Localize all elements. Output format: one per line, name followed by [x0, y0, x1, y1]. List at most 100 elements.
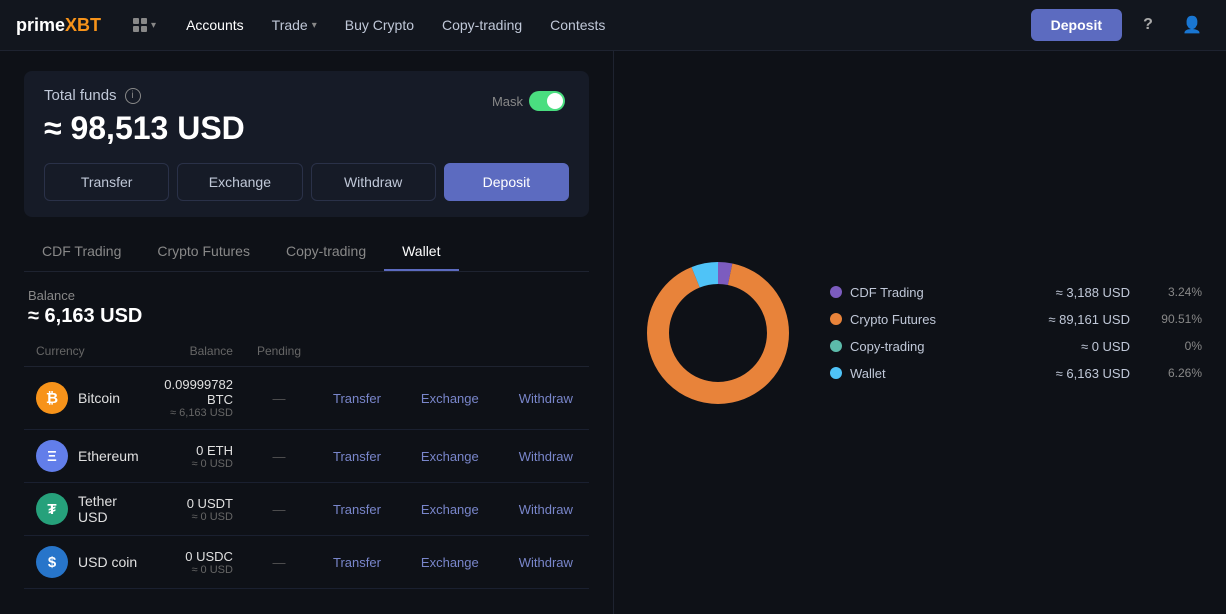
currency-cell: $ USD coin — [36, 546, 140, 578]
legend-name-wallet: Wallet — [850, 366, 1048, 381]
action-exchange-btc[interactable]: Exchange — [413, 387, 487, 410]
chart-legend: CDF Trading ≈ 3,188 USD 3.24% Crypto Fut… — [830, 285, 1202, 381]
col-action1 — [313, 336, 401, 367]
legend-item-wallet: Wallet ≈ 6,163 USD 6.26% — [830, 366, 1202, 381]
currency-cell: ₮ Tether USD — [36, 493, 140, 525]
legend-name-futures: Crypto Futures — [850, 312, 1040, 327]
help-button[interactable]: ? — [1130, 7, 1166, 43]
table-row: ₿ Bitcoin 0.09999782 BTC ≈ 6,163 USD — T… — [24, 367, 589, 430]
coin-icon-usdt: ₮ — [36, 493, 68, 525]
action-withdraw-btc[interactable]: Withdraw — [511, 387, 581, 410]
total-funds-header: Total funds i — [44, 87, 569, 104]
legend-amount-futures: ≈ 89,161 USD — [1048, 312, 1130, 327]
donut-chart — [638, 253, 798, 413]
col-action3 — [499, 336, 589, 367]
chevron-down-icon: ▾ — [151, 20, 156, 31]
table-row: Ξ Ethereum 0 ETH ≈ 0 USD — TransferExcha… — [24, 430, 589, 483]
balance-usd: ≈ 0 USD — [164, 564, 233, 576]
balance-usd: ≈ 0 USD — [164, 511, 233, 523]
user-icon: 👤 — [1182, 15, 1202, 35]
legend-name-copy: Copy-trading — [850, 339, 1073, 354]
legend-dot-cfd — [830, 286, 842, 298]
balance-usd: ≈ 0 USD — [164, 458, 233, 470]
coin-icon-usdc: $ — [36, 546, 68, 578]
col-balance: Balance — [152, 336, 245, 367]
pending-cell: — — [245, 536, 313, 589]
right-panel: CDF Trading ≈ 3,188 USD 3.24% Crypto Fut… — [614, 51, 1226, 614]
pending-cell: — — [245, 430, 313, 483]
withdraw-button[interactable]: Withdraw — [311, 163, 436, 201]
tab-cfd-trading[interactable]: CDF Trading — [24, 233, 139, 271]
total-amount: ≈ 98,513 USD — [44, 110, 569, 147]
table-row: ₮ Tether USD 0 USDT ≈ 0 USD — Transfer Ex… — [24, 483, 589, 536]
tabs-row: CDF Trading Crypto Futures Copy-trading … — [24, 233, 589, 272]
coin-icon-btc: ₿ — [36, 382, 68, 414]
apps-grid-icon — [133, 18, 147, 32]
apps-menu-button[interactable]: ▾ — [125, 14, 164, 36]
balance-usd: ≈ 6,163 USD — [164, 407, 233, 419]
navbar: primeXBT ▾ Accounts Trade ▾ Buy Crypto C… — [0, 0, 1226, 51]
legend-dot-futures — [830, 313, 842, 325]
action-buttons: Transfer Exchange Withdraw Deposit — [44, 163, 569, 201]
action-exchange-usdt[interactable]: Exchange — [413, 498, 487, 521]
table-row: $ USD coin 0 USDC ≈ 0 USD — Transfer Exch… — [24, 536, 589, 589]
pending-cell: — — [245, 589, 313, 595]
action-withdraw-eth[interactable]: Withdraw — [511, 445, 581, 468]
legend-name-cfd: CDF Trading — [850, 285, 1048, 300]
balance-label: Balance — [28, 288, 585, 303]
legend-pct-copy: 0% — [1154, 339, 1202, 353]
tab-crypto-futures[interactable]: Crypto Futures — [139, 233, 268, 271]
action-transfer-eth[interactable]: Transfer — [325, 445, 389, 468]
legend-item-cfd: CDF Trading ≈ 3,188 USD 3.24% — [830, 285, 1202, 300]
mask-toggle[interactable] — [529, 91, 565, 111]
nav-trade[interactable]: Trade ▾ — [258, 0, 331, 51]
currency-name: USD coin — [78, 554, 137, 570]
action-withdraw-usdc[interactable]: Withdraw — [511, 551, 581, 574]
nav-contests[interactable]: Contests — [536, 0, 619, 51]
mask-label: Mask — [492, 94, 523, 109]
legend-amount-copy: ≈ 0 USD — [1081, 339, 1130, 354]
deposit-button[interactable]: Deposit — [444, 163, 569, 201]
legend-pct-cfd: 3.24% — [1154, 285, 1202, 299]
exchange-button[interactable]: Exchange — [177, 163, 302, 201]
action-exchange-usdc[interactable]: Exchange — [413, 551, 487, 574]
main-content: Total funds i ≈ 98,513 USD Mask Transfer… — [0, 51, 1226, 614]
currency-name: Tether USD — [78, 493, 140, 525]
nav-accounts[interactable]: Accounts — [172, 0, 258, 51]
tab-copy-trading[interactable]: Copy-trading — [268, 233, 384, 271]
assets-table: Currency Balance Pending ₿ Bitcoin — [24, 336, 589, 594]
legend-amount-wallet: ≈ 6,163 USD — [1056, 366, 1130, 381]
pending-cell: — — [245, 483, 313, 536]
legend-item-futures: Crypto Futures ≈ 89,161 USD 90.51% — [830, 312, 1202, 327]
tab-wallet[interactable]: Wallet — [384, 233, 458, 271]
coin-icon-eth: Ξ — [36, 440, 68, 472]
balance-main: 0 USDC — [164, 549, 233, 564]
legend-pct-futures: 90.51% — [1154, 312, 1202, 326]
currency-name: Bitcoin — [78, 390, 120, 406]
balance-main: 0 USDT — [164, 496, 233, 511]
action-transfer-usdc[interactable]: Transfer — [325, 551, 389, 574]
logo[interactable]: primeXBT — [16, 15, 101, 36]
nav-deposit-button[interactable]: Deposit — [1031, 9, 1122, 41]
action-transfer-usdt[interactable]: Transfer — [325, 498, 389, 521]
info-icon[interactable]: i — [125, 88, 141, 104]
balance-section: Balance ≈ 6,163 USD — [24, 272, 589, 336]
currency-cell: Ξ Ethereum — [36, 440, 140, 472]
donut-svg — [638, 253, 798, 413]
pending-cell: — — [245, 367, 313, 430]
action-exchange-eth[interactable]: Exchange — [413, 445, 487, 468]
user-menu-button[interactable]: 👤 — [1174, 7, 1210, 43]
question-icon: ? — [1143, 16, 1153, 34]
nav-buy-crypto[interactable]: Buy Crypto — [331, 0, 428, 51]
legend-pct-wallet: 6.26% — [1154, 366, 1202, 380]
action-withdraw-usdt[interactable]: Withdraw — [511, 498, 581, 521]
mask-row: Mask — [492, 91, 565, 111]
balance-amount: ≈ 6,163 USD — [28, 305, 585, 328]
trade-chevron-icon: ▾ — [312, 20, 317, 31]
action-transfer-btc[interactable]: Transfer — [325, 387, 389, 410]
balance-main: 0.09999782 BTC — [164, 377, 233, 407]
transfer-button[interactable]: Transfer — [44, 163, 169, 201]
nav-copy-trading[interactable]: Copy-trading — [428, 0, 536, 51]
col-pending: Pending — [245, 336, 313, 367]
chart-area: CDF Trading ≈ 3,188 USD 3.24% Crypto Fut… — [638, 253, 1202, 413]
